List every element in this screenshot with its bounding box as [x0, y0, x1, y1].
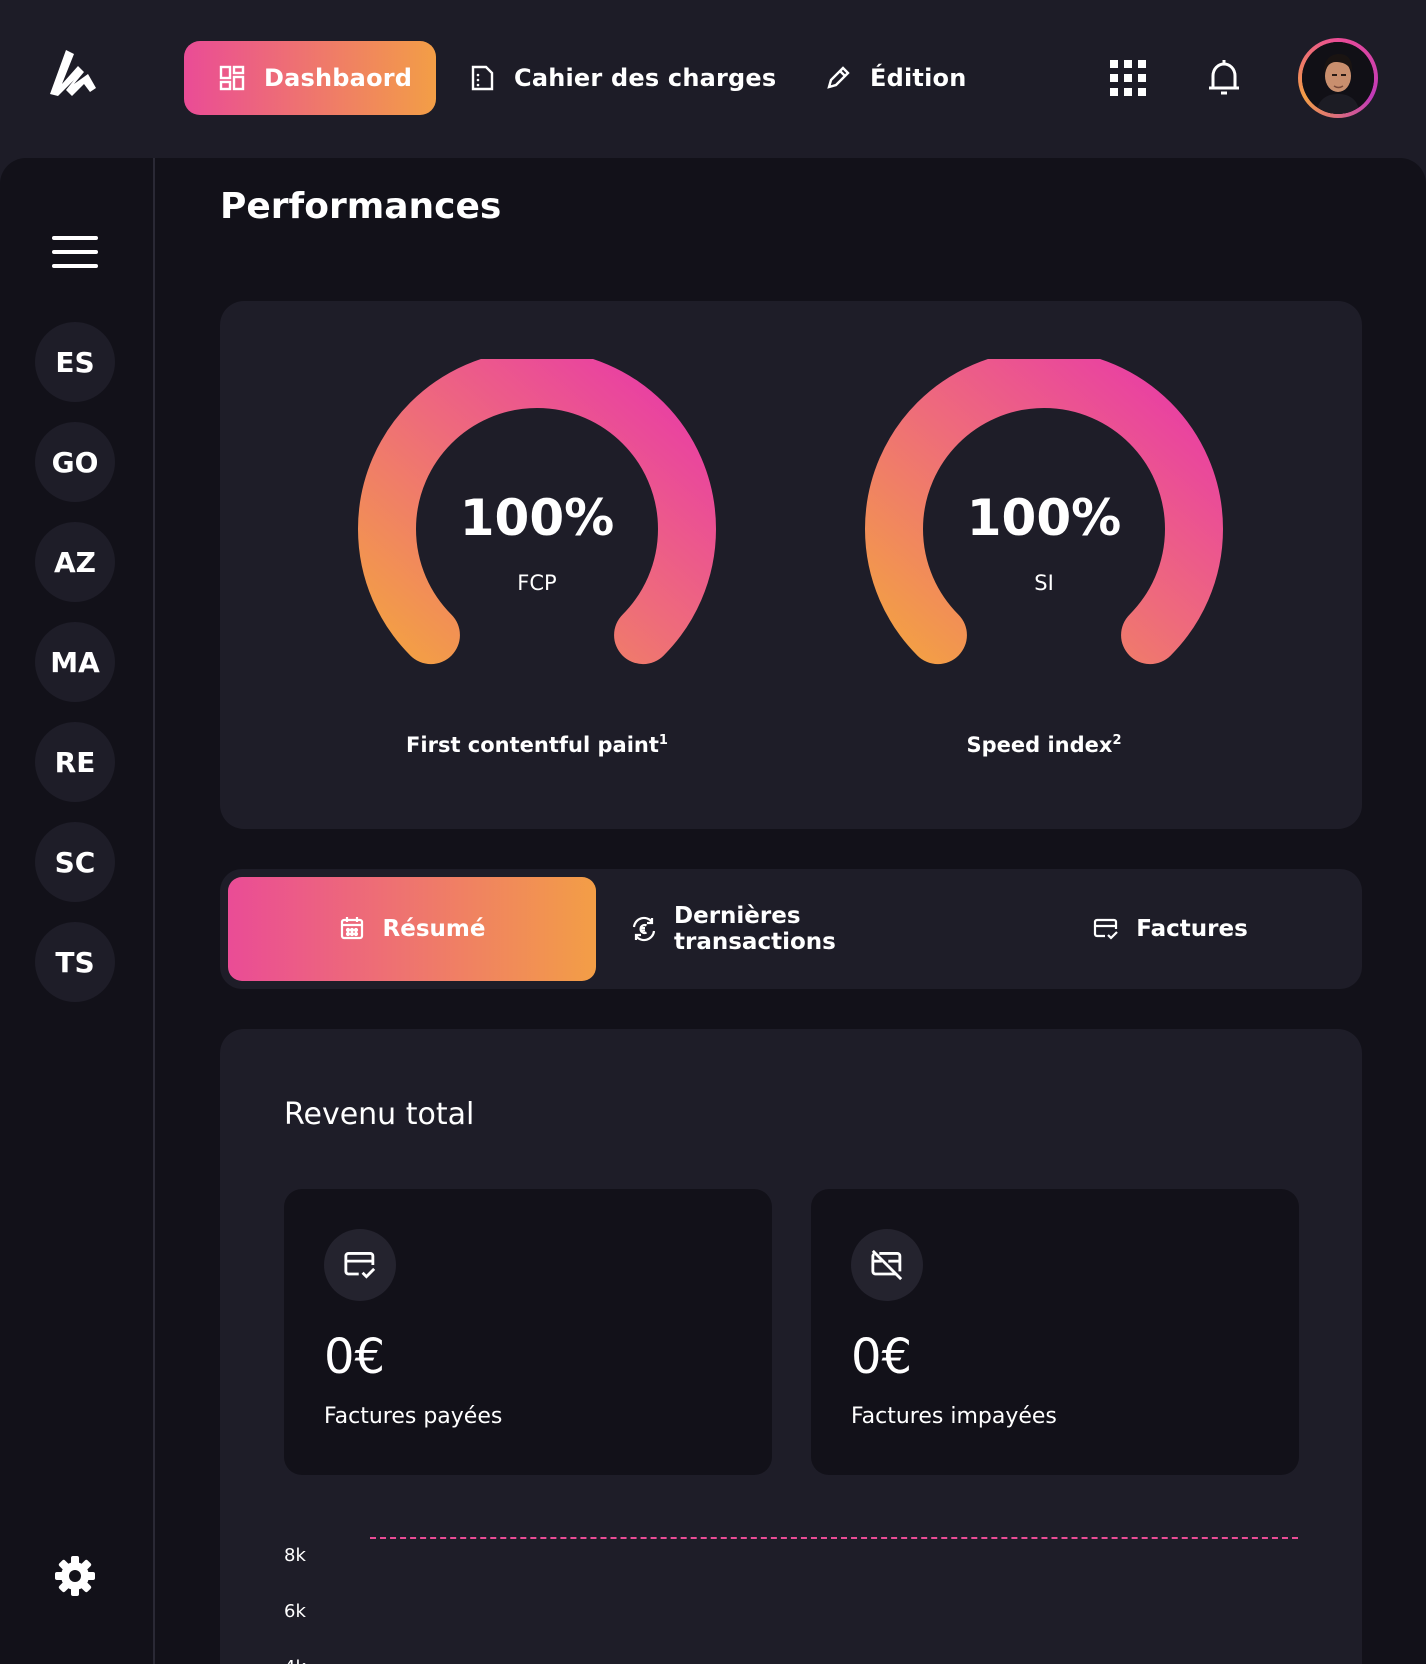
- gear-icon[interactable]: [54, 1555, 96, 1597]
- workspace-button-sc[interactable]: SC: [35, 822, 115, 902]
- nav-dashboard-label: Dashbaord: [264, 64, 413, 92]
- bell-icon[interactable]: [1204, 58, 1244, 98]
- workspace-button-es[interactable]: ES: [35, 322, 115, 402]
- gauge-fcp: 100% FCP: [347, 359, 727, 689]
- avatar[interactable]: [1298, 38, 1378, 118]
- gauge-code: FCP: [517, 571, 557, 595]
- card-check-icon: [1092, 915, 1120, 943]
- stat-factures-impayees: 0€ Factures impayées: [811, 1189, 1299, 1475]
- card-check-icon: [324, 1229, 396, 1301]
- pencil-icon: [824, 64, 852, 92]
- gauge-caption-text: First contentful paint: [406, 733, 659, 757]
- tab-resume-label: Résumé: [382, 916, 486, 942]
- dashboard-icon: [218, 64, 246, 92]
- stat-value: 0€: [851, 1329, 913, 1385]
- nav-edition-label: Édition: [870, 64, 967, 92]
- gauge-value: 100%: [966, 489, 1122, 547]
- card-off-icon: [851, 1229, 923, 1301]
- workspace-label: TS: [55, 945, 95, 979]
- footnote-marker: 1: [658, 733, 668, 748]
- revenue-title: Revenu total: [284, 1097, 475, 1132]
- brand-logo[interactable]: [44, 44, 104, 104]
- tab-resume[interactable]: Résumé: [228, 877, 596, 981]
- workspace-label: AZ: [54, 545, 96, 579]
- workspace-button-ma[interactable]: MA: [35, 622, 115, 702]
- workspace-label: ES: [55, 345, 95, 379]
- chart-reference-line: [370, 1537, 1298, 1539]
- apps-grid-icon[interactable]: [1108, 58, 1148, 98]
- gauge-code: SI: [1034, 571, 1054, 595]
- avatar-image: [1302, 42, 1374, 114]
- sync-euro-icon: [630, 915, 658, 943]
- calendar-icon: [339, 915, 367, 943]
- stat-factures-payees: 0€ Factures payées: [284, 1189, 772, 1475]
- workspace-button-ts[interactable]: TS: [35, 922, 115, 1002]
- chart-y-tick: 6k: [284, 1601, 306, 1622]
- workspace-label: RE: [54, 745, 96, 779]
- gauge-caption-si: Speed index2: [854, 733, 1234, 757]
- document-icon: [468, 64, 496, 92]
- nav-dashboard[interactable]: Dashbaord: [184, 41, 436, 115]
- workspace-button-re[interactable]: RE: [35, 722, 115, 802]
- revenue-card: Revenu total 0€ Factures payées 0€ Factu…: [220, 1029, 1362, 1664]
- tab-factures[interactable]: Factures: [1080, 877, 1260, 981]
- gauge-caption-fcp: First contentful paint1: [347, 733, 727, 757]
- workspace-button-go[interactable]: GO: [35, 422, 115, 502]
- gauge-caption-text: Speed index: [966, 733, 1113, 757]
- workspace-label: SC: [54, 845, 96, 879]
- nav-cahier-label: Cahier des charges: [514, 64, 777, 92]
- gauge-value: 100%: [459, 489, 615, 547]
- tab-transactions-label: Dernières transactions: [674, 903, 836, 955]
- chart-y-tick: 8k: [284, 1545, 306, 1566]
- footnote-marker: 2: [1112, 733, 1122, 748]
- stat-label: Factures impayées: [851, 1404, 1057, 1429]
- nav-cahier-des-charges[interactable]: Cahier des charges: [468, 41, 776, 115]
- top-bar: Dashbaord Cahier des charges Édition: [0, 0, 1426, 158]
- workspace-button-az[interactable]: AZ: [35, 522, 115, 602]
- page-title: Performances: [220, 186, 502, 227]
- chart-y-tick: 4k: [284, 1657, 306, 1664]
- stat-label: Factures payées: [324, 1404, 503, 1429]
- tab-bar: Résumé Dernières transactions Factures: [220, 869, 1362, 989]
- gauge-si: 100% SI: [854, 359, 1234, 689]
- performance-card: 100% FCP First contentful paint1 100% SI…: [220, 301, 1362, 829]
- workspace-label: GO: [51, 445, 99, 479]
- stat-value: 0€: [324, 1329, 386, 1385]
- tab-dernieres-transactions[interactable]: Dernières transactions: [630, 877, 970, 981]
- nav-edition[interactable]: Édition: [824, 41, 966, 115]
- tab-factures-label: Factures: [1136, 916, 1248, 942]
- hamburger-menu-icon[interactable]: [52, 234, 98, 270]
- workspace-label: MA: [50, 645, 100, 679]
